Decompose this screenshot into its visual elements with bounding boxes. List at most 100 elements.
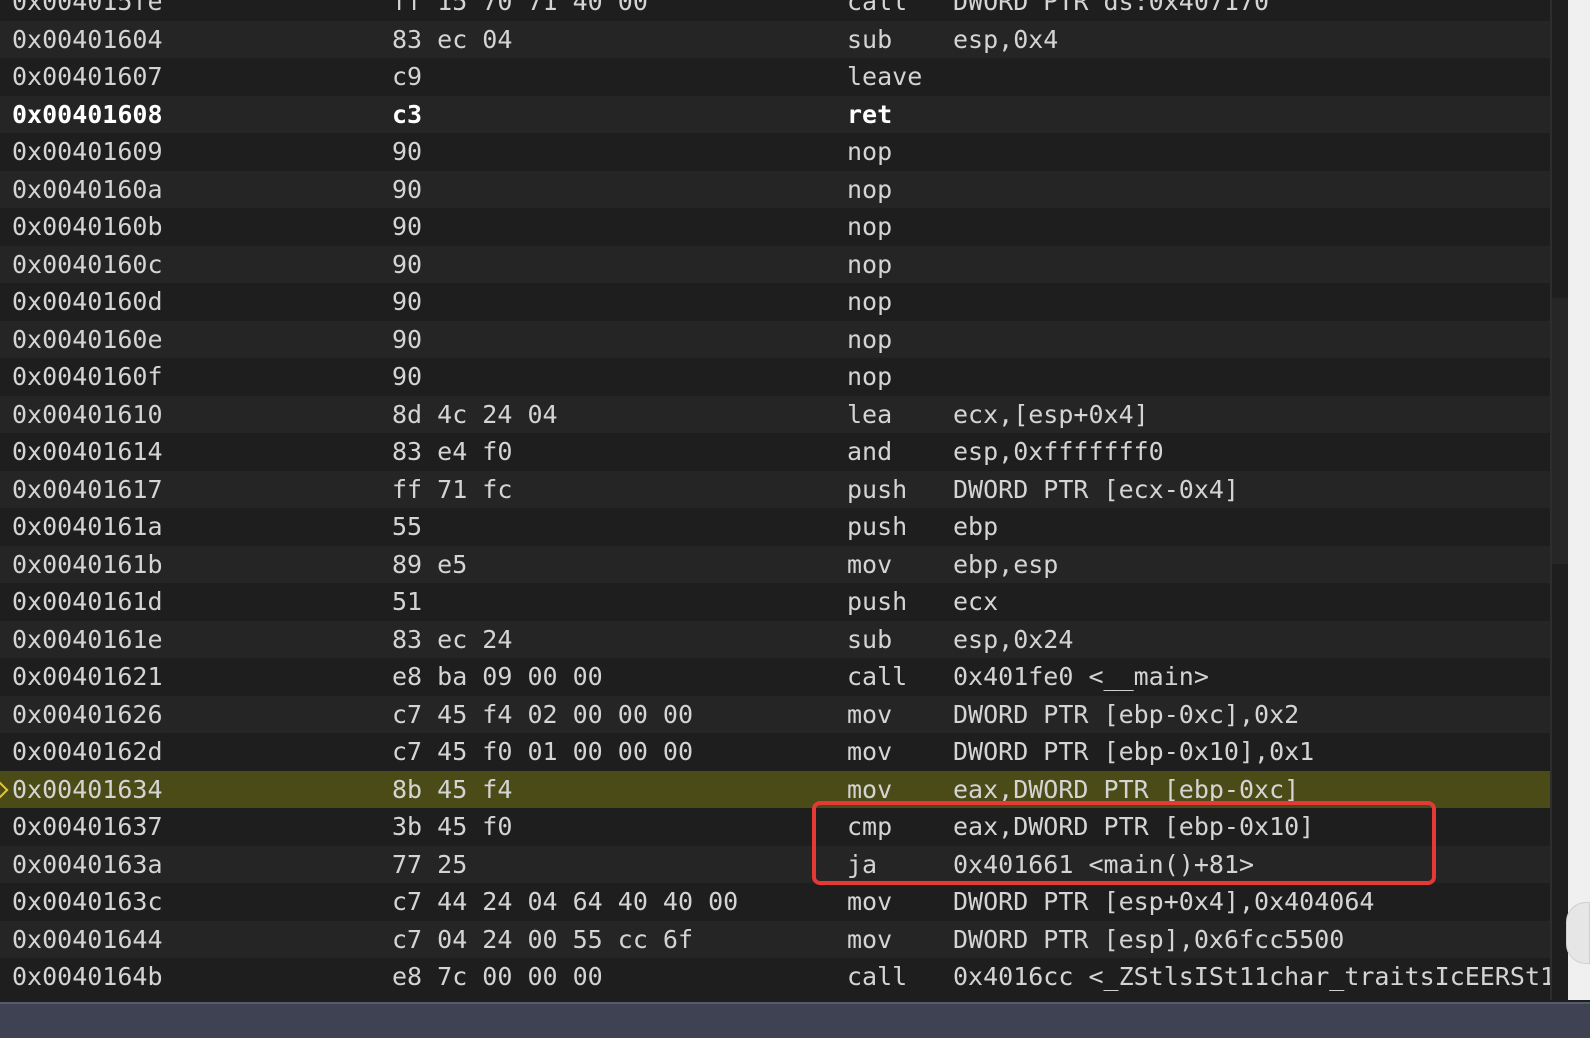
mnemonic-cell: and xyxy=(847,437,893,466)
opcode-bytes-cell: 90 xyxy=(392,362,423,391)
instruction-row[interactable]: 0x00401621 e8 ba 09 00 00 call 0x401fe0 <__… xyxy=(0,658,1550,696)
instruction-row[interactable]: 0x00401617 ff 71 fc push DWORD PTR [ecx-0x4… xyxy=(0,470,1550,508)
address-cell: 0x0040162d xyxy=(12,737,163,766)
instruction-row[interactable]: 0x0040163c c7 44 24 04 64 40 40 00 mov DWOR… xyxy=(0,883,1550,921)
instruction-row[interactable]: 0x00401607 c9 leave xyxy=(0,58,1550,96)
address-cell: 0x004015fe xyxy=(12,0,163,16)
instruction-row[interactable]: 0x00401644 c7 04 24 00 55 cc 6f mov DWORD P… xyxy=(0,920,1550,958)
opcode-bytes-cell: 83 ec 04 xyxy=(392,24,513,54)
address-cell: 0x0040161a xyxy=(12,512,163,541)
operands-cell: DWORD PTR [ebp-0x10],0x1 xyxy=(953,737,1315,766)
opcode-bytes-cell: 90 xyxy=(392,249,423,279)
opcode-bytes-cell: 83 ec 24 xyxy=(392,624,513,654)
mnemonic-cell: nop xyxy=(847,362,893,391)
mnemonic-cell: ja xyxy=(847,849,878,879)
mnemonic-cell: mov xyxy=(847,699,893,729)
address-cell: 0x0040161e xyxy=(12,624,163,654)
opcode-bytes-cell: ff 71 fc xyxy=(392,474,513,504)
instruction-row[interactable]: 0x004015fe ff 15 70 71 40 00 call DWORD PTR… xyxy=(0,0,1550,21)
address-cell: 0x0040160b xyxy=(12,212,163,241)
mnemonic-cell: sub xyxy=(847,624,893,654)
instruction-row[interactable]: 0x00401608 c3 ret xyxy=(0,95,1550,133)
status-bar xyxy=(0,1002,1590,1038)
address-cell: 0x00401607 xyxy=(12,62,163,91)
operands-cell: eax,DWORD PTR [ebp-0x10] xyxy=(953,812,1315,841)
mnemonic-cell: nop xyxy=(847,287,893,316)
operands-cell: DWORD PTR [ecx-0x4] xyxy=(953,474,1239,504)
operands-cell: ebp,esp xyxy=(953,549,1059,579)
operands-cell: esp,0x4 xyxy=(953,24,1059,54)
opcode-bytes-cell: 90 xyxy=(392,324,423,354)
operands-cell: DWORD PTR ds:0x407170 xyxy=(953,0,1270,16)
instruction-row-current[interactable]: 0x00401634 8b 45 f4 mov eax,DWORD PTR [ebp-… xyxy=(0,770,1550,808)
instruction-row[interactable]: 0x0040161d 51 push ecx xyxy=(0,583,1550,621)
address-cell: 0x00401614 xyxy=(12,437,163,466)
opcode-bytes-cell: e8 7c 00 00 00 xyxy=(392,962,603,991)
opcode-bytes-cell: 90 xyxy=(392,174,423,204)
vertical-scrollbar[interactable] xyxy=(1550,0,1590,1000)
operands-cell: DWORD PTR [esp],0x6fcc5500 xyxy=(953,924,1345,954)
instruction-row[interactable]: 0x00401604 83 ec 04 sub esp,0x4 xyxy=(0,20,1550,58)
address-cell: 0x00401609 xyxy=(12,137,163,166)
address-cell: 0x00401610 xyxy=(12,399,163,429)
address-cell: 0x00401634 xyxy=(12,774,163,804)
operands-cell: esp,0xfffffff0 xyxy=(953,437,1164,466)
address-cell: 0x0040160f xyxy=(12,362,163,391)
operands-cell: 0x401661 <main()+81> xyxy=(953,849,1255,879)
address-cell: 0x0040160d xyxy=(12,287,163,316)
mnemonic-cell: lea xyxy=(847,399,893,429)
instruction-row[interactable]: 0x00401609 90 nop xyxy=(0,133,1550,171)
operands-cell: ebp xyxy=(953,512,999,541)
opcode-bytes-cell: 90 xyxy=(392,137,423,166)
instruction-row[interactable]: 0x0040160d 90 nop xyxy=(0,283,1550,321)
address-cell: 0x0040160a xyxy=(12,174,163,204)
status-bar-border xyxy=(0,1002,1590,1004)
opcode-bytes-cell: 3b 45 f0 xyxy=(392,812,513,841)
address-cell: 0x00401626 xyxy=(12,699,163,729)
opcode-bytes-cell: 8b 45 f4 xyxy=(392,774,513,804)
operands-cell: ecx,[esp+0x4] xyxy=(953,399,1149,429)
instruction-row[interactable]: 0x0040160e 90 nop xyxy=(0,320,1550,358)
instruction-row[interactable]: 0x00401610 8d 4c 24 04 lea ecx,[esp+0x4] xyxy=(0,395,1550,433)
operands-cell: DWORD PTR [ebp-0xc],0x2 xyxy=(953,699,1300,729)
mnemonic-cell: nop xyxy=(847,212,893,241)
opcode-bytes-cell: 51 xyxy=(392,587,423,616)
address-cell: 0x0040163c xyxy=(12,887,163,916)
instruction-row[interactable]: 0x0040164b e8 7c 00 00 00 call 0x4016cc <_Z… xyxy=(0,958,1550,996)
mnemonic-cell: push xyxy=(847,587,908,616)
instruction-row[interactable]: 0x00401614 83 e4 f0 and esp,0xfffffff0 xyxy=(0,433,1550,471)
mnemonic-cell: call xyxy=(847,962,908,991)
address-cell: 0x0040161d xyxy=(12,587,163,616)
instruction-row[interactable]: 0x00401637 3b 45 f0 cmp eax,DWORD PTR [ebp-… xyxy=(0,808,1550,846)
operands-cell: esp,0x24 xyxy=(953,624,1074,654)
instruction-row[interactable]: 0x0040161b 89 e5 mov ebp,esp xyxy=(0,545,1550,583)
mnemonic-cell: ret xyxy=(847,99,893,129)
disassembly-view[interactable]: 0x004015fe ff 15 70 71 40 00 call DWORD PTR… xyxy=(0,0,1550,996)
opcode-bytes-cell: c3 xyxy=(392,99,423,129)
mnemonic-cell: call xyxy=(847,0,908,16)
address-cell: 0x00401617 xyxy=(12,474,163,504)
instruction-row[interactable]: 0x0040162d c7 45 f0 01 00 00 00 mov DWORD P… xyxy=(0,733,1550,771)
operands-cell: 0x4016cc <_ZStlsISt11char_traitsIcEERSt1… xyxy=(953,962,1550,991)
address-cell: 0x00401621 xyxy=(12,662,163,691)
operands-cell: ecx xyxy=(953,587,999,616)
instruction-row[interactable]: 0x0040163a 77 25 ja 0x401661 <main()+81> xyxy=(0,845,1550,883)
mnemonic-cell: push xyxy=(847,474,908,504)
instruction-row[interactable]: 0x0040161e 83 ec 24 sub esp,0x24 xyxy=(0,620,1550,658)
opcode-bytes-cell: ff 15 70 71 40 00 xyxy=(392,0,648,16)
opcode-bytes-cell: 90 xyxy=(392,287,423,316)
side-tab-handle[interactable] xyxy=(1566,902,1590,964)
mnemonic-cell: push xyxy=(847,512,908,541)
instruction-row[interactable]: 0x00401626 c7 45 f4 02 00 00 00 mov DWORD P… xyxy=(0,695,1550,733)
instruction-row[interactable]: 0x0040160b 90 nop xyxy=(0,208,1550,246)
instruction-row[interactable]: 0x0040160a 90 nop xyxy=(0,170,1550,208)
instruction-row[interactable]: 0x0040161a 55 push ebp xyxy=(0,508,1550,546)
instruction-row[interactable]: 0x0040160f 90 nop xyxy=(0,358,1550,396)
opcode-bytes-cell: 77 25 xyxy=(392,849,468,879)
operands-cell: eax,DWORD PTR [ebp-0xc] xyxy=(953,774,1300,804)
scrollbar-thumb[interactable] xyxy=(1552,298,1568,564)
address-cell: 0x0040164b xyxy=(12,962,163,991)
mnemonic-cell: leave xyxy=(847,62,923,91)
instruction-row[interactable]: 0x0040160c 90 nop xyxy=(0,245,1550,283)
mnemonic-cell: mov xyxy=(847,887,893,916)
